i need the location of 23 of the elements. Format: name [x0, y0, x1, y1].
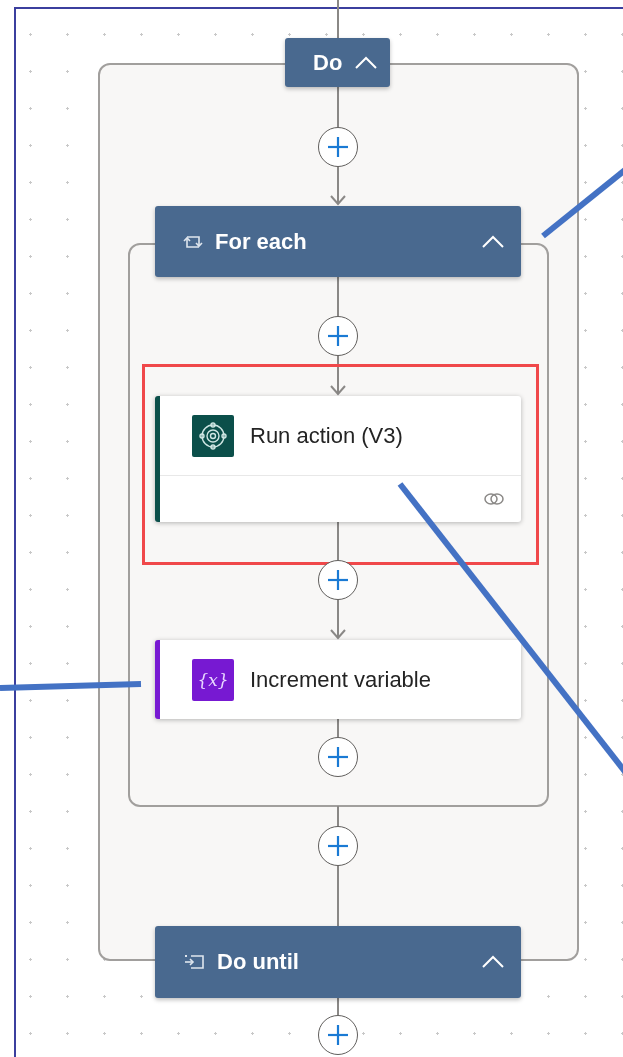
- scope-header[interactable]: For each: [155, 206, 521, 277]
- chevron-up-icon[interactable]: [481, 234, 505, 249]
- scope-header[interactable]: Do until: [155, 926, 521, 998]
- chevron-up-icon[interactable]: [481, 955, 505, 969]
- loop-until-icon: [183, 954, 205, 970]
- plus-icon: [326, 745, 350, 769]
- action-title: Run action (V3): [250, 422, 403, 449]
- plus-icon: [326, 135, 350, 159]
- chevron-up-icon[interactable]: [354, 55, 379, 70]
- scope-title: For each: [215, 228, 308, 255]
- action-title: Increment variable: [250, 666, 431, 693]
- target-icon: [192, 414, 234, 457]
- variable-icon: {x}: [192, 658, 234, 701]
- loop-icon: [183, 233, 203, 250]
- scope-title: Do until: [217, 949, 300, 975]
- scope-header[interactable]: Do: [285, 38, 390, 87]
- plus-icon: [326, 1023, 350, 1047]
- plus-icon: [326, 324, 350, 348]
- scope-title: Do: [313, 49, 343, 76]
- plus-icon: [326, 568, 350, 592]
- action-card[interactable]: Run action (V3): [155, 396, 521, 522]
- plus-icon: [326, 834, 350, 858]
- action-card[interactable]: {x} Increment variable: [155, 640, 521, 719]
